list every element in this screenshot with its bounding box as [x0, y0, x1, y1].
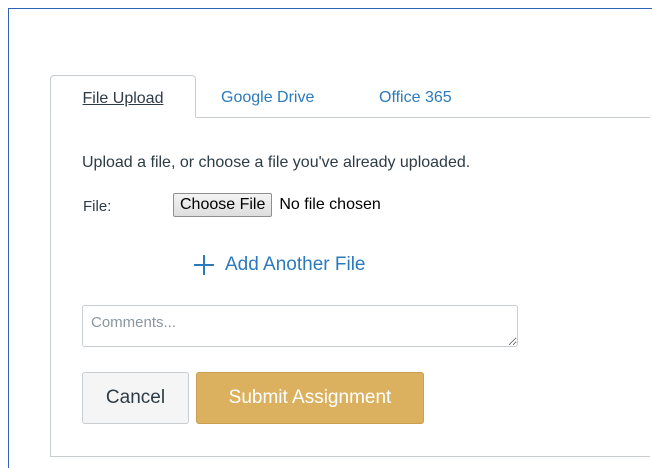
tab-file-upload-label: File Upload	[82, 90, 164, 107]
comments-input[interactable]	[82, 305, 518, 347]
file-status-text: No file chosen	[279, 196, 381, 213]
plus-icon	[193, 254, 215, 276]
tab-file-upload[interactable]: File Upload	[50, 75, 196, 118]
tab-google-drive-label: Google Drive	[221, 89, 315, 106]
cancel-button[interactable]: Cancel	[82, 372, 189, 424]
choose-file-button[interactable]: Choose File	[173, 193, 273, 217]
file-label: File:	[83, 198, 112, 215]
tab-office-365-label: Office 365	[379, 89, 452, 106]
submit-assignment-button[interactable]: Submit Assignment	[196, 372, 424, 424]
add-another-file-label: Add Another File	[225, 254, 366, 275]
add-another-file-link[interactable]: Add Another File	[193, 254, 365, 276]
file-input[interactable]: Choose File No file chosen	[173, 192, 381, 218]
submission-tabs: File Upload Google Drive Office 365	[50, 75, 650, 118]
upload-instructions: Upload a file, or choose a file you've a…	[82, 154, 471, 171]
tab-google-drive[interactable]: Google Drive	[221, 75, 314, 118]
tab-office-365[interactable]: Office 365	[379, 75, 452, 118]
